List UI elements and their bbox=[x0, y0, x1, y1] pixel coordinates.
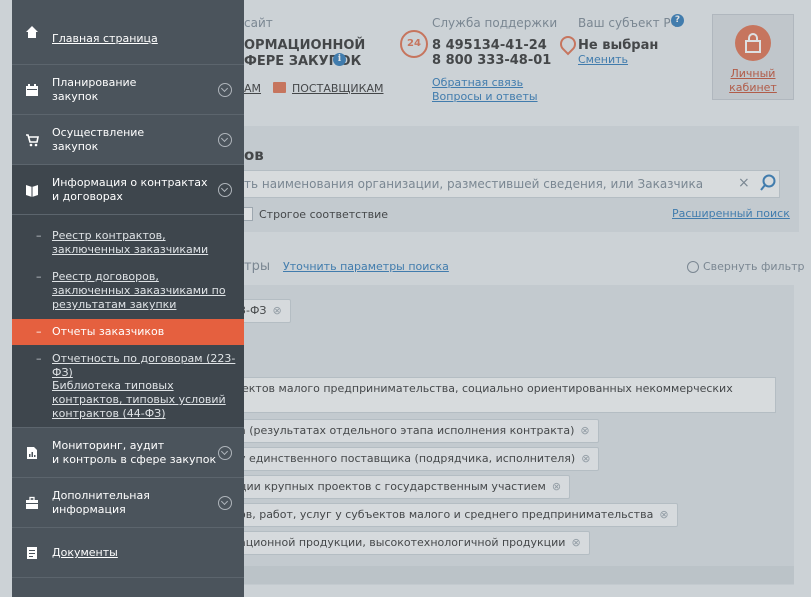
document-icon bbox=[27, 547, 37, 559]
menu-item-additional[interactable]: Дополнительная информация bbox=[12, 478, 244, 528]
submenu-label: Библиотека типовых контрактов, типовых у… bbox=[52, 379, 226, 420]
menu-label-planning-1: Планирование bbox=[52, 76, 137, 89]
submenu-item-contracts-registry[interactable]: – Реестр контрактов, заключенных заказчи… bbox=[12, 229, 244, 259]
calendar-icon bbox=[26, 84, 38, 96]
menu-label-home: Главная страница bbox=[52, 32, 158, 45]
menu-label-procurement-1: Осуществление bbox=[52, 126, 145, 139]
home-icon bbox=[26, 26, 38, 38]
submenu-item-agreements-registry[interactable]: – Реестр договоров, заключенных заказчик… bbox=[12, 270, 244, 314]
submenu-label: Реестр договоров, заключенных заказчикам… bbox=[52, 270, 226, 311]
submenu-item-customer-reports[interactable]: – Отчеты заказчиков bbox=[12, 319, 244, 345]
report-icon bbox=[27, 447, 37, 459]
chevron-down-icon[interactable] bbox=[218, 496, 232, 510]
menu-item-documents[interactable]: Документы bbox=[12, 528, 244, 578]
menu-label-documents: Документы bbox=[52, 546, 118, 559]
menu-label-contracts-2: и договорах bbox=[52, 190, 123, 203]
menu-item-procurement[interactable]: Осуществление закупок bbox=[12, 115, 244, 165]
book-icon bbox=[26, 185, 38, 197]
chevron-down-icon[interactable] bbox=[218, 133, 232, 147]
submenu-item-agreements-reporting[interactable]: – Отчетность по договорам (223-ФЗ) bbox=[12, 352, 244, 379]
menu-label-procurement-2: закупок bbox=[52, 140, 99, 153]
dash-marker: – bbox=[36, 325, 42, 338]
chevron-down-icon[interactable] bbox=[218, 83, 232, 97]
menu-item-monitoring[interactable]: Мониторинг, аудит и контроль в сфере зак… bbox=[12, 428, 244, 478]
submenu-label: Отчетность по договорам (223-ФЗ) bbox=[52, 352, 236, 379]
submenu-contracts: – Реестр контрактов, заключенных заказчи… bbox=[12, 215, 244, 428]
dash-marker: – bbox=[36, 270, 42, 283]
dash-marker: – bbox=[36, 229, 42, 242]
cart-icon bbox=[26, 134, 39, 147]
menu-label-additional-2: информация bbox=[52, 503, 126, 516]
menu-item-home[interactable]: Главная страница bbox=[12, 0, 244, 65]
briefcase-icon bbox=[26, 496, 38, 509]
chevron-down-icon[interactable] bbox=[218, 446, 232, 460]
menu-label-planning-2: закупок bbox=[52, 90, 99, 103]
menu-label-monitoring-2: и контроль в сфере закупок bbox=[52, 453, 217, 466]
submenu-label: Отчеты заказчиков bbox=[52, 325, 165, 338]
submenu-label: Реестр контрактов, заключенных заказчика… bbox=[52, 229, 209, 256]
chevron-down-icon[interactable] bbox=[218, 183, 232, 197]
menu-item-contracts[interactable]: Информация о контрактах и договорах bbox=[12, 165, 244, 215]
menu-label-monitoring-1: Мониторинг, аудит bbox=[52, 439, 165, 452]
submenu-item-library[interactable]: Библиотека типовых контрактов, типовых у… bbox=[12, 379, 244, 423]
dash-marker: – bbox=[36, 352, 42, 365]
menu-item-planning[interactable]: Планирование закупок bbox=[12, 65, 244, 115]
menu-label-contracts-1: Информация о контрактах bbox=[52, 176, 208, 189]
menu-label-additional-1: Дополнительная bbox=[52, 489, 150, 502]
side-menu: Главная страница Планирование закупок Ос… bbox=[12, 0, 244, 597]
